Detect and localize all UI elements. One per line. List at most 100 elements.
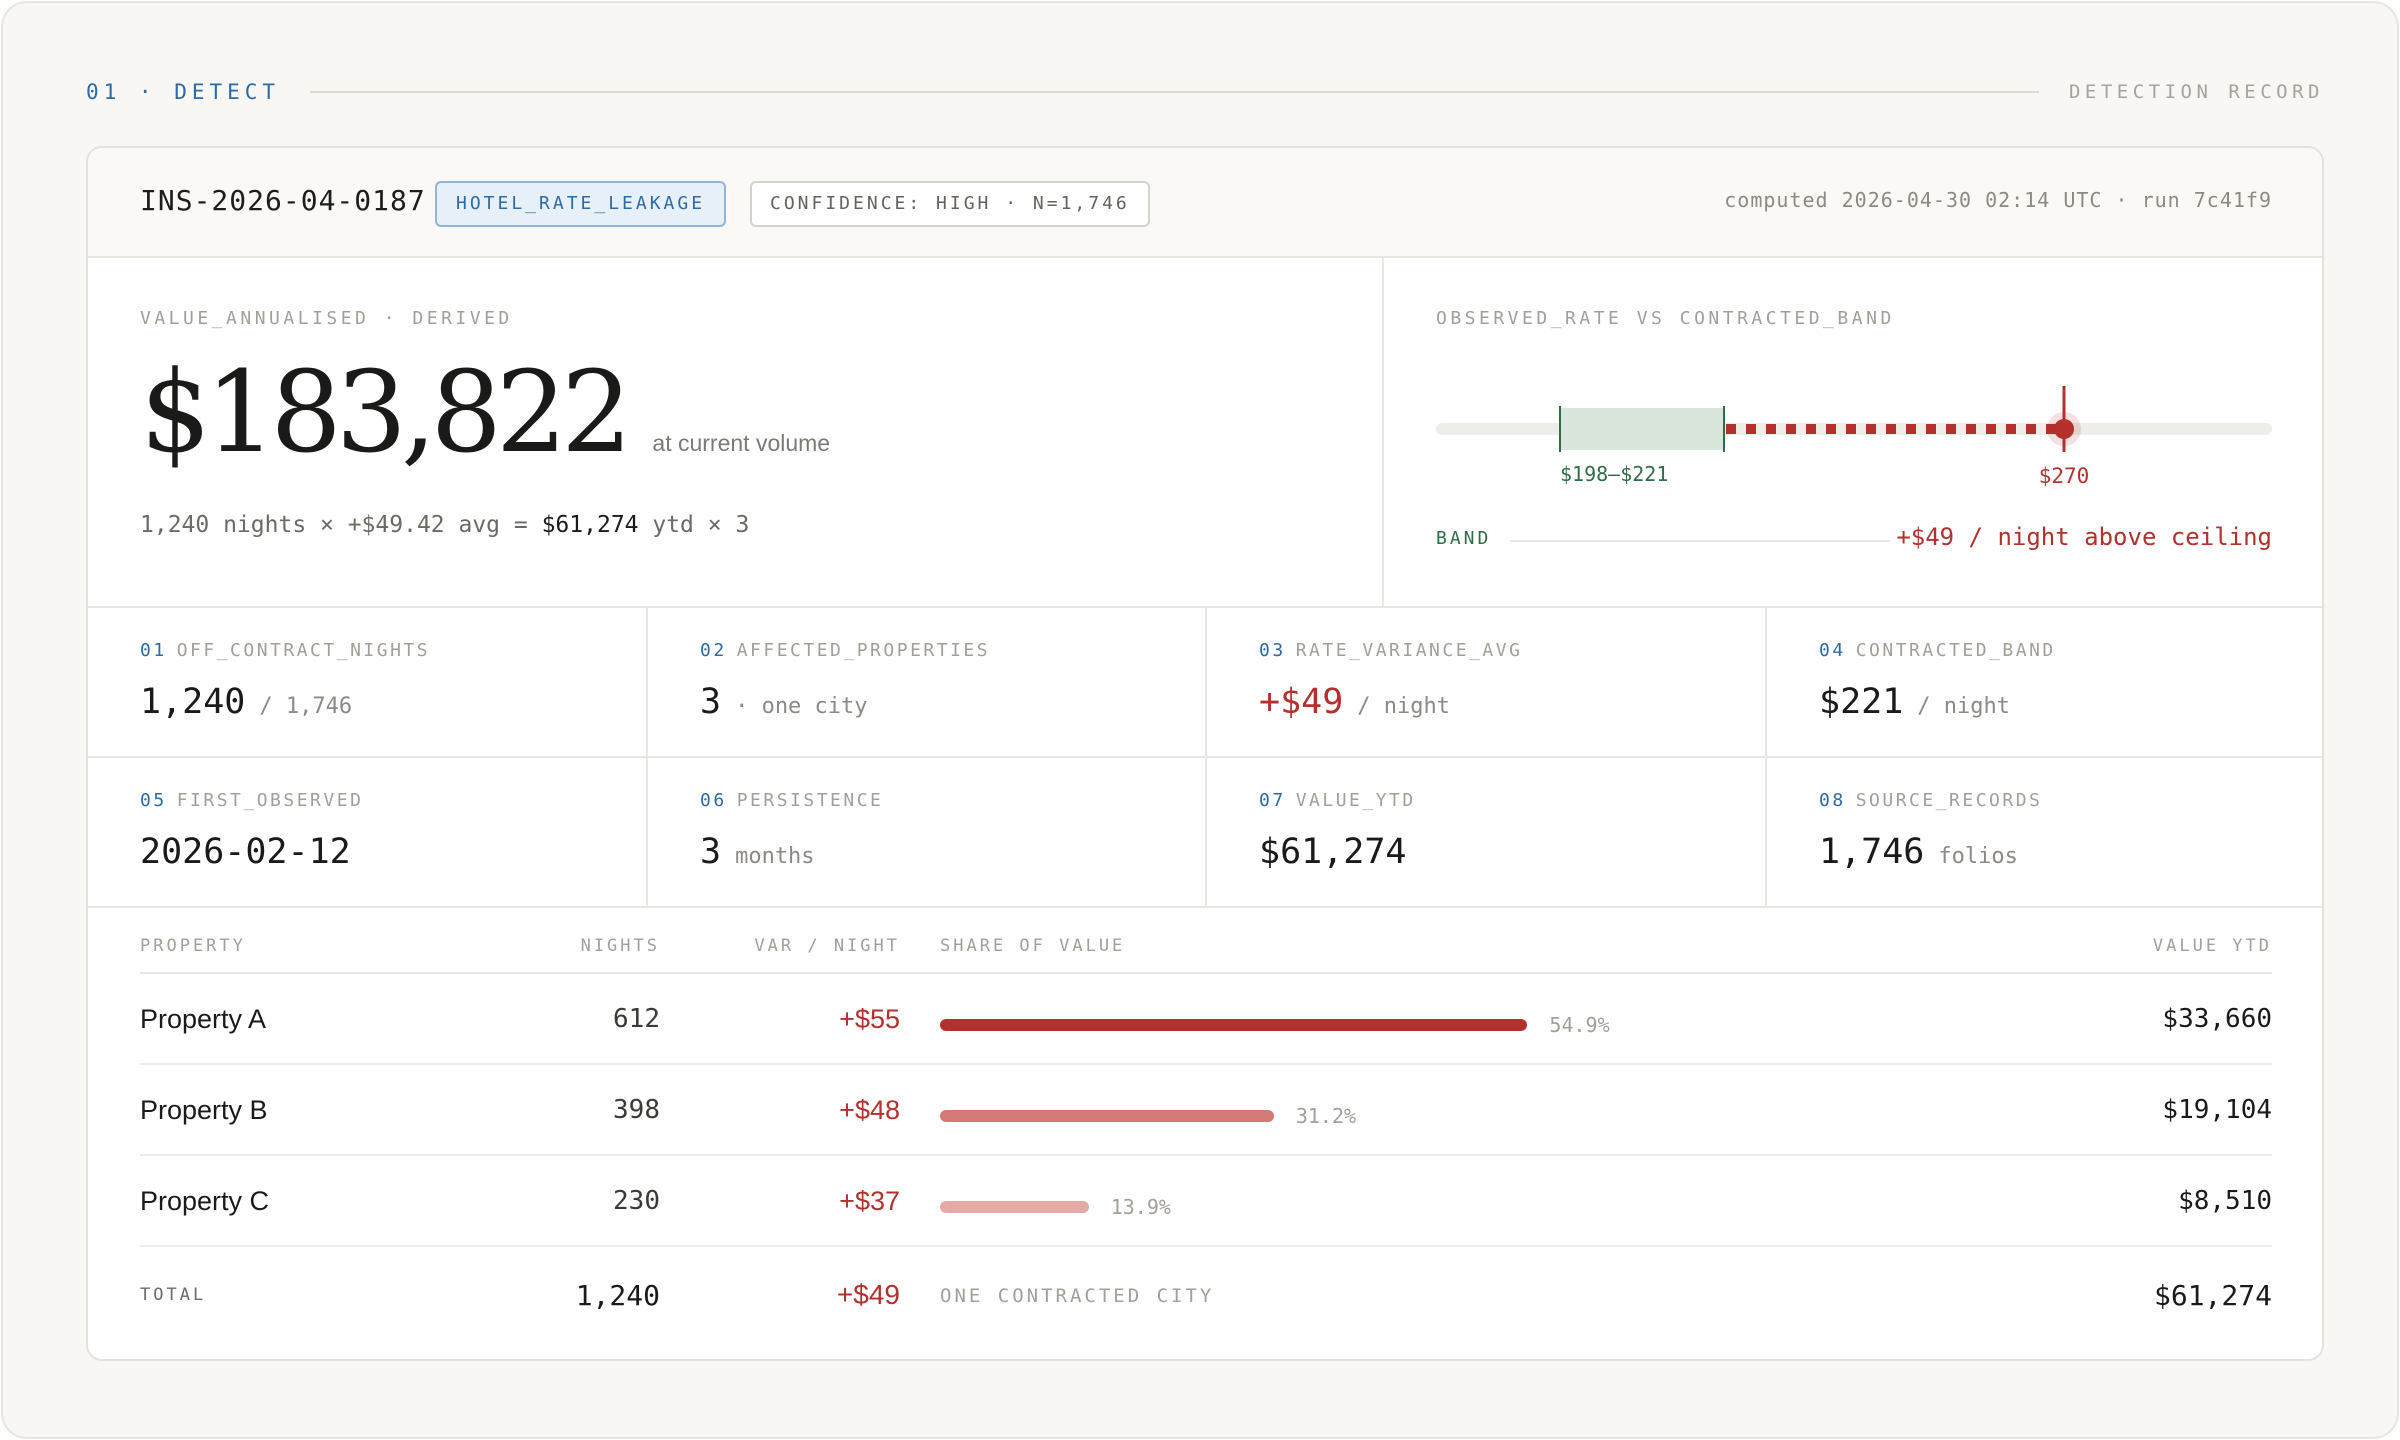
table-row[interactable]: Property C 230 +$37 13.9% $8,510 [140, 1156, 2272, 1247]
formula-prefix: 1,240 nights × +$49.42 avg = [140, 512, 542, 538]
share-percent: 31.2% [1295, 1104, 1357, 1128]
property-name: Property C [140, 1186, 270, 1216]
value-formula: 1,240 nights × +$49.42 avg = $61,274 ytd… [140, 512, 749, 538]
property-name: Property B [140, 1095, 268, 1125]
annualised-value: $183,822 [140, 348, 632, 478]
value-row: $183,822 at current volume [140, 348, 830, 478]
observed-marker [2054, 419, 2074, 439]
property-share: 13.9% [940, 1195, 1171, 1219]
table-total-row: TOTAL 1,240 +$49 ONE CONTRACTED CITY $61… [140, 1247, 2272, 1337]
property-share: 54.9% [940, 1013, 1610, 1037]
metric-value: $221 [1819, 682, 1904, 722]
column-header-value-ytd[interactable]: VALUE YTD [2153, 936, 2272, 956]
table-row[interactable]: Property B 398 +$48 31.2% $19,104 [140, 1065, 2272, 1156]
band-legend-label: BAND [1436, 528, 1492, 549]
detection-panel: 01 · DETECT DETECTION RECORD INS-2026-04… [1, 1, 2399, 1439]
value-kicker: VALUE_ANNUALISED · DERIVED [140, 308, 513, 329]
share-bar [940, 1019, 1528, 1031]
metric-label: RATE_VARIANCE_AVG [1295, 640, 1523, 661]
metric-unit: / night [1917, 694, 2011, 719]
metric-value: 3 [700, 832, 722, 872]
property-variance: +$37 [839, 1186, 900, 1216]
metric-number: 04 [1819, 640, 1846, 661]
card-header: INS-2026-04-0187 HOTEL_RATE_LEAKAGE CONF… [88, 148, 2322, 258]
metric-number: 07 [1259, 790, 1286, 811]
computed-timestamp: computed 2026-04-30 02:14 UTC · run 7c41… [1724, 188, 2272, 212]
metric-affected-properties: 02 AFFECTED_PROPERTIES 3 · one city [648, 608, 1207, 758]
property-variance: +$48 [839, 1095, 900, 1125]
value-panel: VALUE_ANNUALISED · DERIVED $183,822 at c… [88, 258, 1384, 606]
metric-number: 03 [1259, 640, 1286, 661]
metric-label: CONTRACTED_BAND [1855, 640, 2056, 661]
metric-value: 2026-02-12 [140, 832, 351, 872]
formula-ytd: $61,274 [541, 512, 639, 538]
property-share: 31.2% [940, 1104, 1356, 1128]
total-nights: 1,240 [575, 1279, 660, 1312]
share-bar [940, 1110, 1274, 1122]
metric-number: 06 [700, 790, 727, 811]
metric-value: $61,274 [1259, 832, 1407, 872]
section-divider [310, 91, 2039, 93]
category-badge: HOTEL_RATE_LEAKAGE [435, 181, 727, 227]
table-row[interactable]: Property A 612 +$55 54.9% $33,660 [140, 974, 2272, 1065]
property-nights: 612 [613, 1004, 660, 1034]
property-table: PROPERTY NIGHTS VAR / NIGHT SHARE OF VAL… [140, 922, 2272, 1337]
column-header-property[interactable]: PROPERTY [140, 936, 246, 956]
metric-off-contract-nights: 01 OFF_CONTRACT_NIGHTS 1,240 / 1,746 [88, 608, 648, 758]
rate-panel: OBSERVED_RATE VS CONTRACTED_BAND $198–$2… [1384, 258, 2322, 606]
property-name: Property A [140, 1004, 267, 1034]
metric-rate-variance-avg: 03 RATE_VARIANCE_AVG +$49 / night [1207, 608, 1767, 758]
rate-kicker: OBSERVED_RATE VS CONTRACTED_BAND [1436, 308, 1895, 329]
metric-persistence: 06 PERSISTENCE 3 months [648, 758, 1207, 908]
observed-rate-label: $270 [2039, 464, 2090, 488]
column-header-share[interactable]: SHARE OF VALUE [940, 936, 1125, 956]
metric-value: +$49 [1259, 682, 1344, 722]
metric-first-observed: 05 FIRST_OBSERVED 2026-02-12 [88, 758, 648, 908]
detection-card: INS-2026-04-0187 HOTEL_RATE_LEAKAGE CONF… [86, 146, 2324, 1361]
metric-number: 02 [700, 640, 727, 661]
total-value-ytd: $61,274 [2153, 1279, 2272, 1312]
formula-suffix: ytd × 3 [638, 512, 750, 538]
share-percent: 54.9% [1549, 1013, 1610, 1037]
section-title: 01 · DETECT [86, 80, 281, 104]
total-note: ONE CONTRACTED CITY [940, 1285, 1215, 1307]
property-nights: 230 [613, 1186, 660, 1216]
metric-label: VALUE_YTD [1295, 790, 1416, 811]
property-value-ytd: $19,104 [2162, 1095, 2272, 1125]
metric-unit: · one city [735, 694, 868, 719]
section-header: 01 · DETECT DETECTION RECORD [86, 75, 2324, 109]
table-header: PROPERTY NIGHTS VAR / NIGHT SHARE OF VAL… [140, 922, 2272, 974]
metric-label: SOURCE_RECORDS [1855, 790, 2043, 811]
insight-id[interactable]: INS-2026-04-0187 [140, 184, 426, 217]
metric-contracted-band: 04 CONTRACTED_BAND $221 / night [1767, 608, 2322, 758]
metric-value-ytd: 07 VALUE_YTD $61,274 [1207, 758, 1767, 908]
metric-value: 3 [700, 682, 722, 722]
column-header-nights[interactable]: NIGHTS [581, 936, 660, 956]
metric-number: 05 [140, 790, 167, 811]
metric-unit: folios [1938, 844, 2018, 869]
metric-number: 08 [1819, 790, 1846, 811]
metric-label: FIRST_OBSERVED [176, 790, 364, 811]
metric-source-records: 08 SOURCE_RECORDS 1,746 folios [1767, 758, 2322, 908]
metric-number: 01 [140, 640, 167, 661]
metric-unit: / 1,746 [259, 694, 353, 719]
metric-label: OFF_CONTRACT_NIGHTS [176, 640, 431, 661]
band-legend-line [1510, 540, 1890, 542]
band-range [1560, 408, 1724, 450]
metric-unit: / night [1357, 694, 1451, 719]
value-note: at current volume [652, 430, 831, 456]
metric-label: PERSISTENCE [736, 790, 884, 811]
metric-value: 1,240 [140, 682, 246, 722]
section-right-label: DETECTION RECORD [2068, 81, 2324, 103]
share-bar [940, 1201, 1089, 1213]
total-label: TOTAL [140, 1285, 207, 1305]
metric-value: 1,746 [1819, 832, 1925, 872]
rate-band-chart: $198–$221 $270 [1436, 386, 2272, 488]
metric-label: AFFECTED_PROPERTIES [736, 640, 991, 661]
column-header-var-night[interactable]: VAR / NIGHT [754, 936, 900, 956]
band-range-label: $198–$221 [1560, 462, 1668, 486]
total-variance: +$49 [836, 1279, 900, 1310]
metrics-grid: 01 OFF_CONTRACT_NIGHTS 1,240 / 1,746 02 AFF… [88, 606, 2322, 908]
property-value-ytd: $33,660 [2162, 1004, 2272, 1034]
share-percent: 13.9% [1110, 1195, 1171, 1219]
